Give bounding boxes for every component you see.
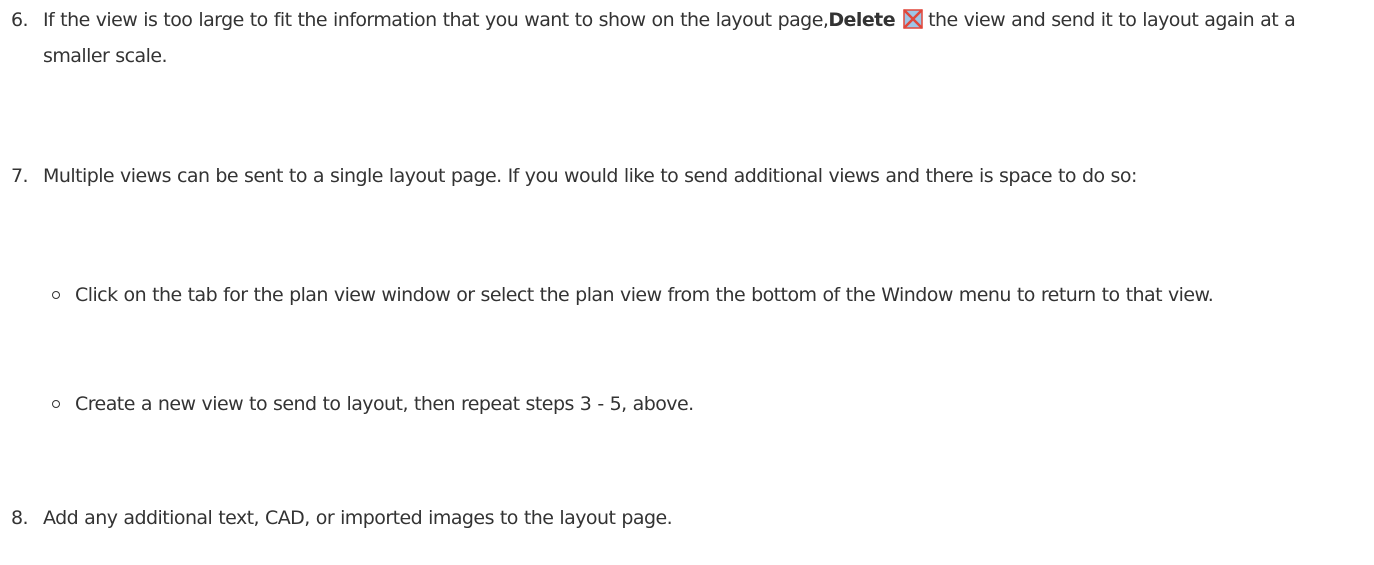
bullet-icon	[52, 400, 60, 408]
step-text: Multiple views can be sent to a single l…	[43, 165, 1137, 187]
step-number: 6.	[11, 9, 29, 31]
list-item: Click on the tab for the plan view windo…	[0, 277, 1360, 313]
list-item: Create a new view to send to layout, the…	[0, 386, 1360, 422]
step-text: If the view is too large to fit the info…	[43, 8, 1296, 67]
step-8: 8. Add any additional text, CAD, or impo…	[0, 500, 1360, 536]
step-text: Add any additional text, CAD, or importe…	[43, 507, 673, 529]
step-number: 8.	[11, 507, 29, 529]
sub-item-text: Create a new view to send to layout, the…	[75, 393, 694, 415]
sub-item-text: Click on the tab for the plan view windo…	[75, 284, 1214, 306]
step-6: 6. If the view is too large to fit the i…	[0, 2, 1360, 74]
bullet-icon	[52, 291, 60, 299]
step-number: 7.	[11, 165, 29, 187]
delete-label: Delete	[828, 9, 896, 31]
step-7: 7. Multiple views can be sent to a singl…	[0, 158, 1360, 194]
delete-view-icon	[902, 8, 924, 30]
